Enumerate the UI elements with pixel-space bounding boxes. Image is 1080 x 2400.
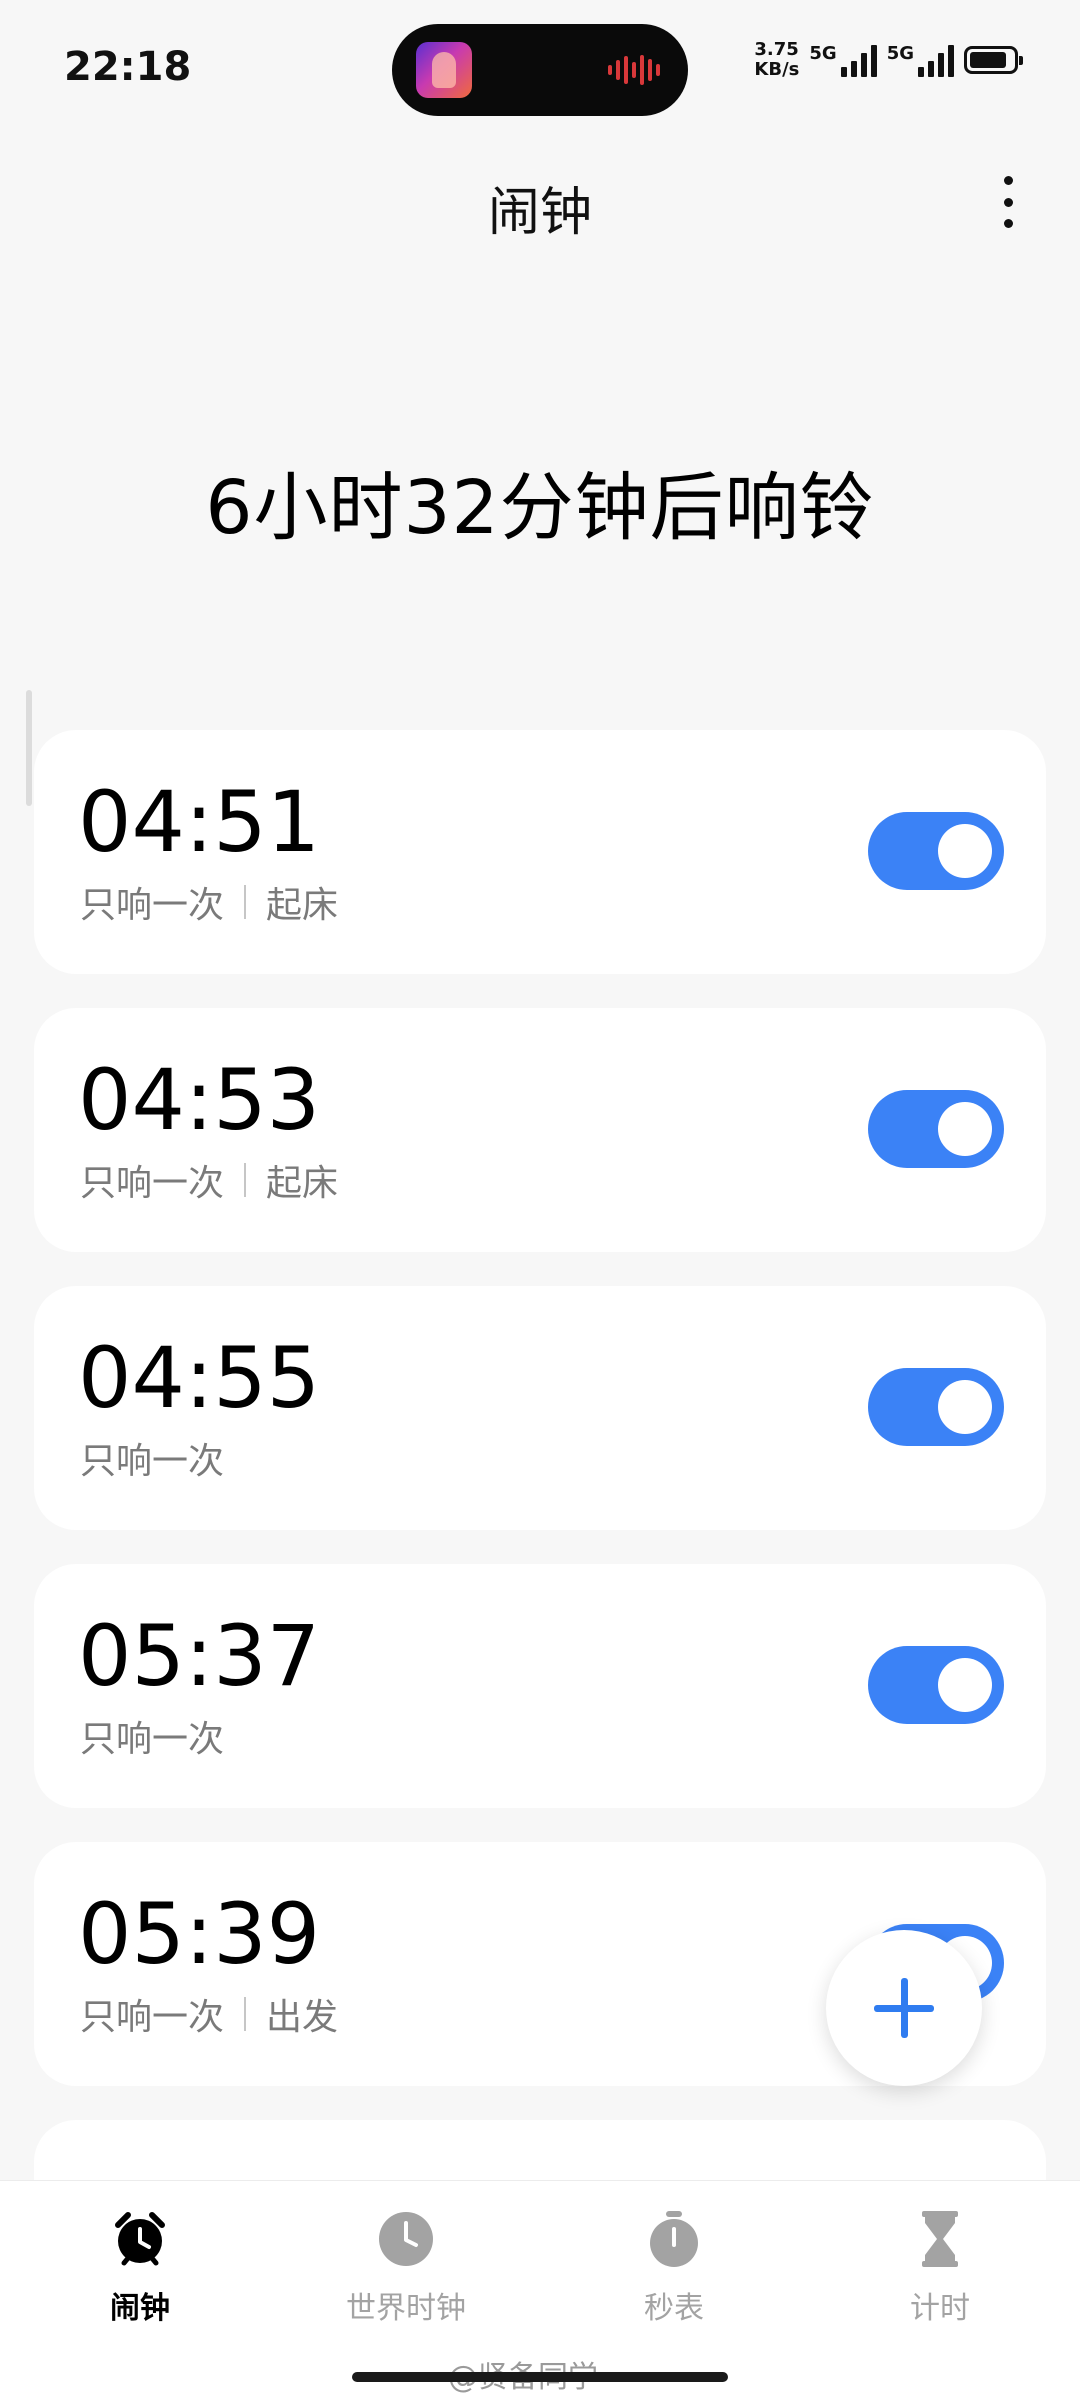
tab-world-clock[interactable]: 世界时钟 [306, 2209, 506, 2327]
scroll-indicator [26, 690, 32, 806]
alarm-repeat: 只响一次 [80, 885, 225, 926]
separator [244, 1997, 247, 2031]
alarm-details: 只响一次 [80, 1432, 224, 1484]
alarm-card-partial[interactable] [34, 2120, 1046, 2180]
hourglass-icon [910, 2209, 970, 2269]
alarm-card[interactable]: 04:55 只响一次 [34, 1286, 1046, 1530]
network-speed-unit: KB/s [754, 59, 800, 80]
clock-icon [376, 2209, 436, 2269]
alarm-details: 只响一次 起床 [80, 1154, 338, 1206]
alarm-label: 起床 [266, 1163, 339, 1204]
alarm-card[interactable]: 04:51 只响一次 起床 [34, 730, 1046, 974]
sim1-network-label: 5G [809, 43, 837, 64]
alarm-time: 04:51 [78, 773, 321, 871]
alarm-time: 05:37 [78, 1607, 321, 1705]
sim1-signal: 5G [809, 43, 877, 77]
alarm-label: 出发 [266, 1997, 339, 2038]
alarm-details: 只响一次 起床 [80, 876, 338, 928]
alarm-clock-icon [110, 2209, 170, 2269]
sim2-network-label: 5G [886, 43, 914, 64]
audio-wave-icon [608, 54, 660, 86]
page-title: 闹钟 [487, 183, 592, 243]
now-playing-artwork [416, 42, 472, 98]
stopwatch-icon [644, 2209, 704, 2269]
tab-label: 闹钟 [110, 2291, 170, 2326]
alarm-card[interactable]: 05:37 只响一次 [34, 1564, 1046, 1808]
signal-bars-icon [840, 43, 877, 77]
alarm-repeat: 只响一次 [80, 1163, 225, 1204]
alarm-label: 起床 [266, 885, 339, 926]
add-alarm-button[interactable] [826, 1930, 982, 2086]
status-indicators: 3.75 KB/s 5G 5G [754, 40, 1023, 80]
alarm-time: 05:39 [78, 1885, 321, 1983]
alarm-repeat: 只响一次 [80, 1441, 225, 1482]
alarm-repeat: 只响一次 [80, 1997, 225, 2038]
separator [244, 885, 247, 919]
signal-bars-icon [918, 43, 954, 77]
alarm-details: 只响一次 出发 [80, 1988, 338, 2040]
network-speed: 3.75 KB/s [754, 40, 799, 80]
alarm-toggle[interactable] [868, 1090, 1004, 1168]
separator [244, 1163, 247, 1197]
battery-icon [964, 46, 1023, 74]
alarm-repeat: 只响一次 [80, 1719, 225, 1760]
alarm-details: 只响一次 [80, 1710, 224, 1762]
alarm-card[interactable]: 04:53 只响一次 起床 [34, 1008, 1046, 1252]
dynamic-island[interactable] [392, 24, 688, 116]
alarm-screen: 22:18 3.75 KB/s 5G 5G 闹钟 6小时32分钟后响铃 04:5… [0, 0, 1080, 2400]
next-alarm-countdown: 6小时32分钟后响铃 [205, 465, 875, 551]
sim2-signal: 5G [887, 43, 954, 77]
tab-alarm[interactable]: 闹钟 [40, 2209, 240, 2327]
alarm-time: 04:53 [78, 1051, 321, 1149]
network-speed-value: 3.75 [754, 39, 799, 60]
tab-label: 世界时钟 [346, 2291, 466, 2326]
home-indicator[interactable] [352, 2372, 728, 2382]
tab-label: 秒表 [644, 2291, 704, 2326]
alarm-toggle[interactable] [868, 1646, 1004, 1724]
tab-stopwatch[interactable]: 秒表 [574, 2209, 774, 2327]
alarm-time: 04:55 [78, 1329, 321, 1427]
more-vertical-icon [1003, 176, 1013, 185]
tab-timer[interactable]: 计时 [840, 2209, 1040, 2327]
alarm-toggle[interactable] [868, 1368, 1004, 1446]
alarm-toggle[interactable] [868, 812, 1004, 890]
more-options-button[interactable] [988, 170, 1028, 234]
tab-label: 计时 [910, 2291, 970, 2326]
status-time: 22:18 [64, 44, 192, 90]
